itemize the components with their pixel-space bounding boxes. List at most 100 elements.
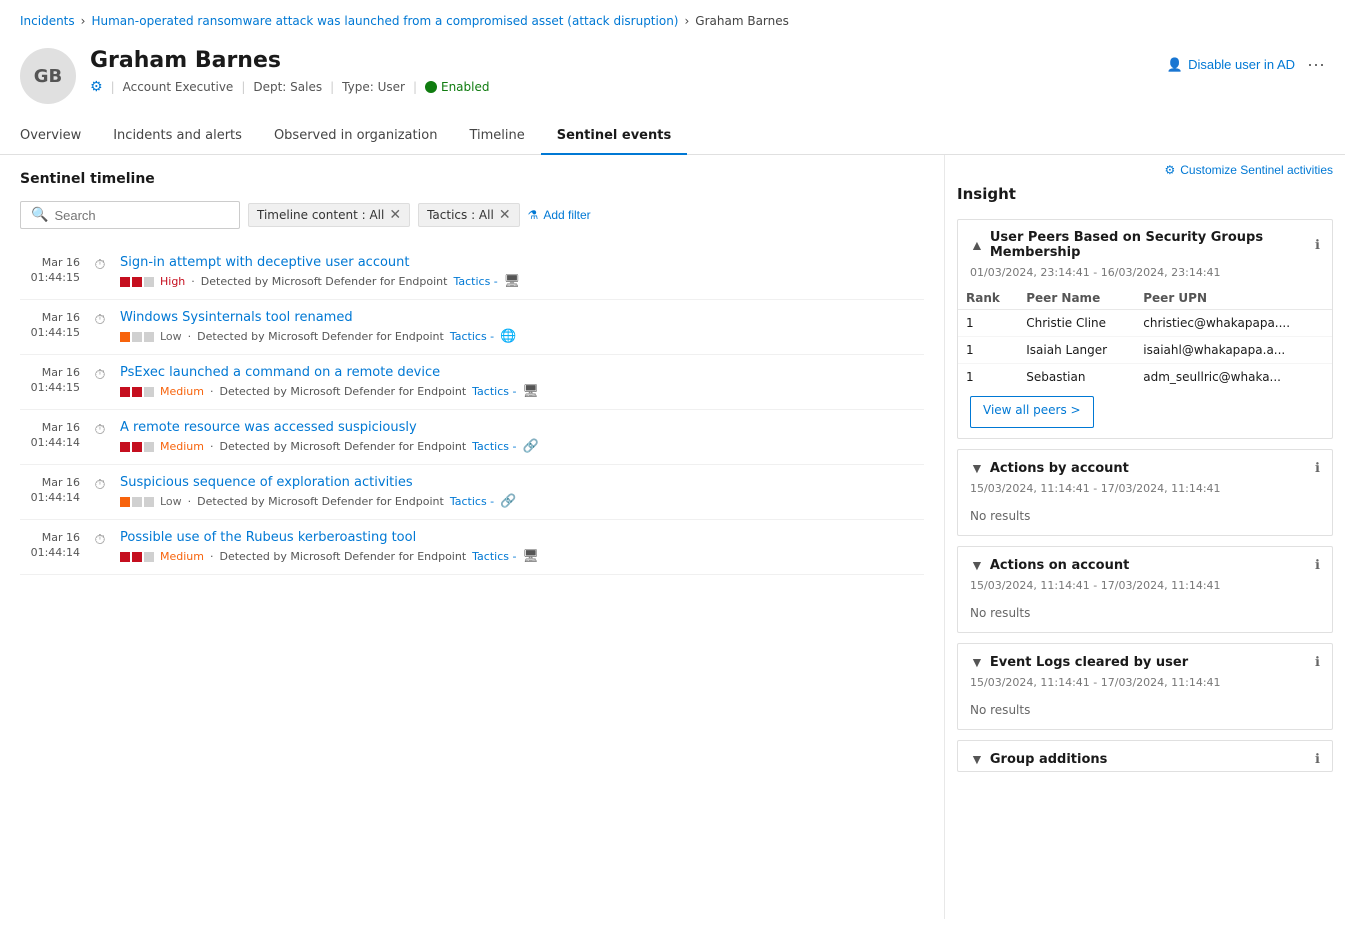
tactics-2[interactable]: Tactics - <box>472 385 516 398</box>
timeline-content-close[interactable]: ✕ <box>389 208 401 222</box>
insight-scroll: Insight ▲ User Peers Based on Security G… <box>945 185 1345 919</box>
timeline-content-chip: Timeline content : All ✕ <box>248 203 410 227</box>
detector-0: Detected by Microsoft Defender for Endpo… <box>201 275 448 288</box>
search-input[interactable] <box>54 208 229 223</box>
event-logs-title: Event Logs cleared by user <box>990 655 1188 670</box>
group-additions-info-icon[interactable]: ℹ <box>1315 752 1320 767</box>
severity-0: High <box>160 275 185 288</box>
status-dot <box>425 81 437 93</box>
timeline-icon-2: ⏱ <box>90 365 110 399</box>
actions-on-account-title: Actions on account <box>990 558 1129 573</box>
tactics-4[interactable]: Tactics - <box>450 495 494 508</box>
group-additions-title: Group additions <box>990 752 1108 767</box>
customize-sentinel-button[interactable]: ⚙ Customize Sentinel activities <box>1165 163 1334 177</box>
actions-by-account-toggle[interactable]: ▼ <box>970 460 984 476</box>
breadcrumb-incident-title[interactable]: Human-operated ransomware attack was lau… <box>91 14 678 28</box>
timeline-icon-4: ⏱ <box>90 475 110 509</box>
peers-info-icon[interactable]: ℹ <box>1315 238 1320 253</box>
severity-5: Medium <box>160 550 204 563</box>
tab-observed-organization[interactable]: Observed in organization <box>258 118 454 155</box>
event-logs-info-icon[interactable]: ℹ <box>1315 655 1320 670</box>
col-peer-name: Peer Name <box>1018 287 1135 310</box>
timeline-icon-0: ⏱ <box>90 255 110 289</box>
col-rank: Rank <box>958 287 1018 310</box>
tactics-chip: Tactics : All ✕ <box>418 203 519 227</box>
event-title-1[interactable]: Windows Sysinternals tool renamed <box>120 310 924 325</box>
peers-collapse-button[interactable]: ▲ <box>970 237 984 253</box>
actions-by-account-title: Actions by account <box>990 461 1129 476</box>
event-time-1: Mar 16 01:44:15 <box>20 310 80 344</box>
actions-by-account-info-icon[interactable]: ℹ <box>1315 461 1320 476</box>
event-logs-no-results: No results <box>958 697 1332 729</box>
peer-row-0: 1 Christie Cline christiec@whakapapa.... <box>958 310 1332 337</box>
tab-overview[interactable]: Overview <box>20 118 97 155</box>
customize-bar: ⚙ Customize Sentinel activities <box>945 155 1345 185</box>
event-title-4[interactable]: Suspicious sequence of exploration activ… <box>120 475 924 490</box>
event-time-2: Mar 16 01:44:15 <box>20 365 80 399</box>
endpoint-icon-1: 🌐 <box>500 329 516 344</box>
timeline-icon-3: ⏱ <box>90 420 110 454</box>
event-title-3[interactable]: A remote resource was accessed suspiciou… <box>120 420 924 435</box>
detector-1: Detected by Microsoft Defender for Endpo… <box>197 330 444 343</box>
search-icon: 🔍 <box>31 207 48 223</box>
tab-sentinel-events[interactable]: Sentinel events <box>541 118 687 155</box>
add-filter-button[interactable]: ⚗ Add filter <box>528 208 591 222</box>
filter-icon: ⚗ <box>528 208 539 222</box>
timeline-icon-5: ⏱ <box>90 530 110 564</box>
table-row: Mar 16 01:44:14 ⏱ Suspicious sequence of… <box>20 465 924 520</box>
filter-bar: 🔍 Timeline content : All ✕ Tactics : All… <box>20 201 924 229</box>
actions-by-account-date: 15/03/2024, 11:14:41 - 17/03/2024, 11:14… <box>958 480 1332 503</box>
more-options-button[interactable]: ··· <box>1307 54 1325 75</box>
breadcrumb-current: Graham Barnes <box>695 14 789 28</box>
tactics-0[interactable]: Tactics - <box>453 275 497 288</box>
actions-on-account-toggle[interactable]: ▼ <box>970 557 984 573</box>
event-title-2[interactable]: PsExec launched a command on a remote de… <box>120 365 924 380</box>
endpoint-icon-4: 🔗 <box>500 494 516 509</box>
col-peer-upn: Peer UPN <box>1135 287 1332 310</box>
search-box[interactable]: 🔍 <box>20 201 240 229</box>
detector-4: Detected by Microsoft Defender for Endpo… <box>197 495 444 508</box>
actions-on-account-no-results: No results <box>958 600 1332 632</box>
peers-table: Rank Peer Name Peer UPN 1 Christie Cline… <box>958 287 1332 390</box>
org-structure-icon: ⚙ <box>90 79 103 95</box>
event-title-0[interactable]: Sign-in attempt with deceptive user acco… <box>120 255 924 270</box>
breadcrumb: Incidents › Human-operated ransomware at… <box>0 0 1345 38</box>
endpoint-icon-2: 🖥 <box>522 384 539 399</box>
actions-on-account-info-icon[interactable]: ℹ <box>1315 558 1320 573</box>
peer-row-2: 1 Sebastian adm_seullric@whaka... <box>958 364 1332 391</box>
event-logs-toggle[interactable]: ▼ <box>970 654 984 670</box>
tab-timeline[interactable]: Timeline <box>453 118 540 155</box>
breadcrumb-incidents[interactable]: Incidents <box>20 14 75 28</box>
event-time-0: Mar 16 01:44:15 <box>20 255 80 289</box>
timeline-list: Mar 16 01:44:15 ⏱ Sign-in attempt with d… <box>20 245 924 575</box>
tactics-3[interactable]: Tactics - <box>472 440 516 453</box>
insight-card-peers: ▲ User Peers Based on Security Groups Me… <box>957 219 1333 439</box>
severity-1: Low <box>160 330 182 343</box>
insight-card-actions-on-account: ▼ Actions on account ℹ 15/03/2024, 11:14… <box>957 546 1333 633</box>
table-row: Mar 16 01:44:15 ⏱ PsExec launched a comm… <box>20 355 924 410</box>
tab-incidents-alerts[interactable]: Incidents and alerts <box>97 118 258 155</box>
disable-user-button[interactable]: 👤 Disable user in AD <box>1167 57 1295 73</box>
severity-4: Low <box>160 495 182 508</box>
user-type: Type: User <box>342 80 405 94</box>
insight-card-event-logs: ▼ Event Logs cleared by user ℹ 15/03/202… <box>957 643 1333 730</box>
peers-title: User Peers Based on Security Groups Memb… <box>990 230 1315 260</box>
status-badge: Enabled <box>425 80 490 94</box>
table-row: Mar 16 01:44:14 ⏱ Possible use of the Ru… <box>20 520 924 575</box>
insight-panel: ⚙ Customize Sentinel activities Insight … <box>945 155 1345 919</box>
insight-card-actions-by-account: ▼ Actions by account ℹ 15/03/2024, 11:14… <box>957 449 1333 536</box>
event-title-5[interactable]: Possible use of the Rubeus kerberoasting… <box>120 530 924 545</box>
table-row: Mar 16 01:44:14 ⏱ A remote resource was … <box>20 410 924 465</box>
actions-on-account-date: 15/03/2024, 11:14:41 - 17/03/2024, 11:14… <box>958 577 1332 600</box>
tactics-5[interactable]: Tactics - <box>472 550 516 563</box>
detector-2: Detected by Microsoft Defender for Endpo… <box>219 385 466 398</box>
avatar: GB <box>20 48 76 104</box>
group-additions-toggle[interactable]: ▼ <box>970 751 984 767</box>
event-time-4: Mar 16 01:44:14 <box>20 475 80 509</box>
table-row: Mar 16 01:44:15 ⏱ Sign-in attempt with d… <box>20 245 924 300</box>
tactics-close[interactable]: ✕ <box>499 208 511 222</box>
peer-row-1: 1 Isaiah Langer isaiahl@whakapapa.a... <box>958 337 1332 364</box>
detector-5: Detected by Microsoft Defender for Endpo… <box>219 550 466 563</box>
tactics-1[interactable]: Tactics - <box>450 330 494 343</box>
view-all-peers-link[interactable]: View all peers > <box>970 396 1094 428</box>
